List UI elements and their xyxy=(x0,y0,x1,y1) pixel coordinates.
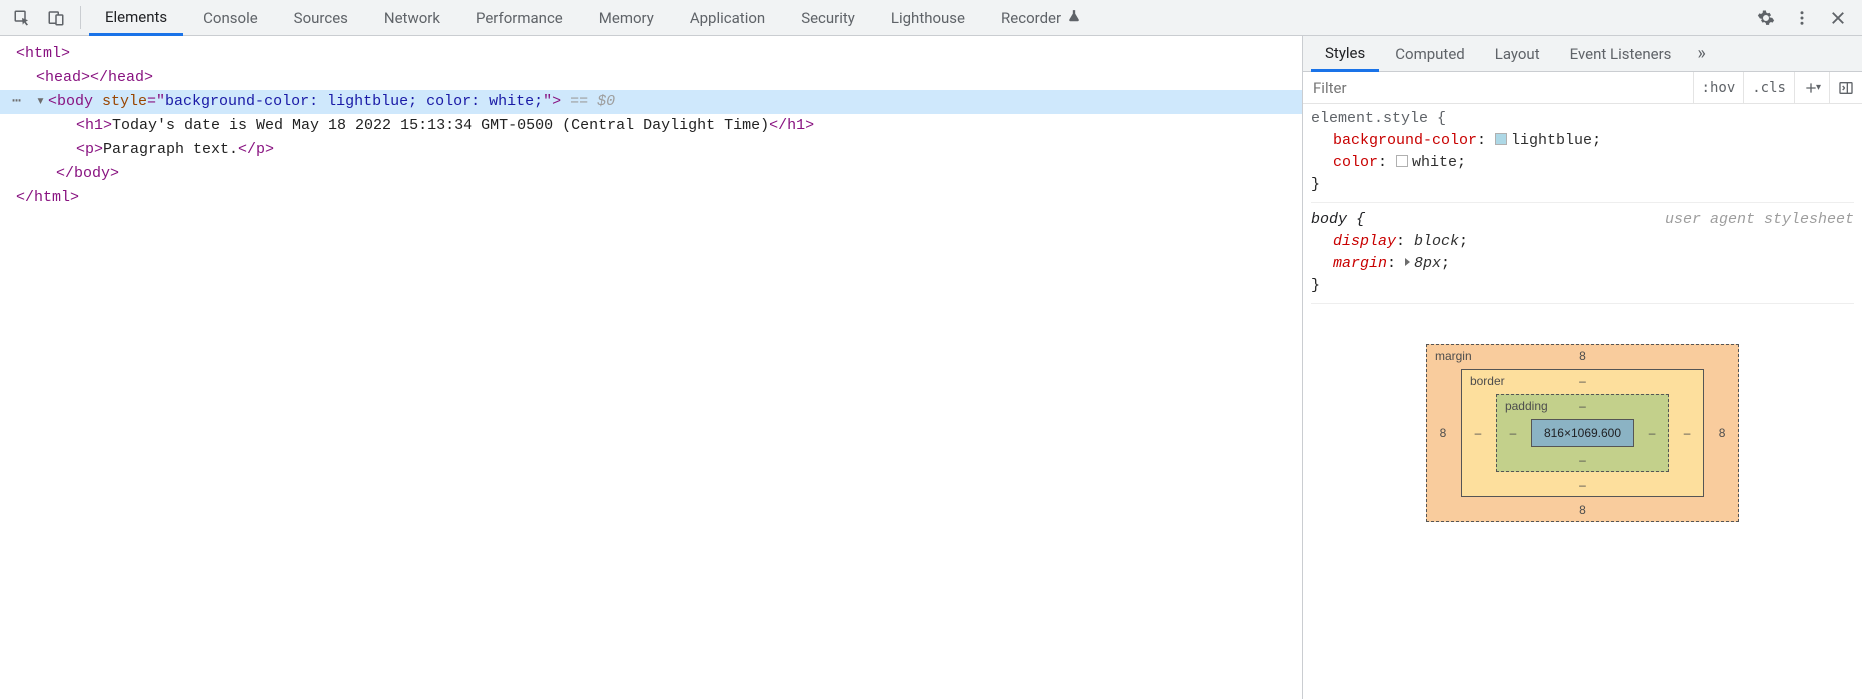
new-style-rule-icon[interactable]: ▾ xyxy=(1794,72,1829,103)
bm-margin-top: 8 xyxy=(1573,349,1593,363)
dom-body-open-suffix: "> xyxy=(543,93,561,110)
bm-margin-right: 8 xyxy=(1712,426,1732,440)
kebab-icon[interactable] xyxy=(1788,9,1816,27)
toolbar-right xyxy=(1752,0,1856,35)
dom-p-text: Paragraph text. xyxy=(103,141,238,158)
dom-h1-close: </h1> xyxy=(769,117,814,134)
dom-h1[interactable]: <h1>Today's date is Wed May 18 2022 15:1… xyxy=(0,114,1302,138)
rule2-origin: user agent stylesheet xyxy=(1665,209,1854,231)
bm-border-right: – xyxy=(1677,426,1697,440)
rule1-selector: element.style { xyxy=(1311,108,1854,130)
dom-body-attr-name: style xyxy=(102,93,147,110)
tab-computed[interactable]: Computed xyxy=(1381,36,1479,71)
bm-margin-label: margin xyxy=(1435,349,1472,363)
rule2-p1-name: display xyxy=(1333,233,1396,250)
dom-body-tag: <body xyxy=(48,93,102,110)
inspect-icon[interactable] xyxy=(6,0,38,35)
sidebar-tabs: Styles Computed Layout Event Listeners » xyxy=(1303,36,1862,72)
rule2-p2-val: 8px xyxy=(1414,255,1441,272)
dom-html-open[interactable]: <html> xyxy=(16,45,70,62)
bm-padding-bottom: – xyxy=(1573,453,1593,467)
dom-html-close[interactable]: </html> xyxy=(16,189,79,206)
devtools-toolbar: Elements Console Sources Network Perform… xyxy=(0,0,1862,36)
tab-network[interactable]: Network xyxy=(368,0,456,35)
styles-body: element.style { background-color: lightb… xyxy=(1303,104,1862,314)
rule2-decl-2: margin: 8px; xyxy=(1311,253,1854,275)
tab-application[interactable]: Application xyxy=(674,0,781,35)
rule2-close: } xyxy=(1311,275,1854,297)
tab-elements[interactable]: Elements xyxy=(89,0,183,36)
box-model-border[interactable]: border – – – – padding – – – – 816×1069.… xyxy=(1461,369,1704,497)
rule1-decl-1[interactable]: background-color: lightblue; xyxy=(1311,130,1854,152)
bm-padding-left: – xyxy=(1503,426,1523,440)
bm-margin-bottom: 8 xyxy=(1573,503,1593,517)
main-tabs: Elements Console Sources Network Perform… xyxy=(89,0,1097,35)
hov-toggle[interactable]: :hov xyxy=(1693,72,1744,103)
dom-body-hint: == $0 xyxy=(561,93,615,110)
dom-p-open: <p> xyxy=(76,141,103,158)
swatch-lightblue[interactable] xyxy=(1495,133,1507,145)
tab-recorder[interactable]: Recorder xyxy=(985,0,1097,35)
tab-layout[interactable]: Layout xyxy=(1481,36,1554,71)
rule-body-ua[interactable]: user agent stylesheet body { display: bl… xyxy=(1311,209,1854,304)
cls-toggle[interactable]: .cls xyxy=(1743,72,1794,103)
rule2-decl-1: display: block; xyxy=(1311,231,1854,253)
device-toggle-icon[interactable] xyxy=(40,0,72,35)
tab-sources[interactable]: Sources xyxy=(278,0,364,35)
filter-input[interactable] xyxy=(1303,72,1693,103)
tab-memory[interactable]: Memory xyxy=(583,0,670,35)
flask-icon xyxy=(1067,9,1081,27)
dom-tree[interactable]: <html> <head></head> ⋯ ▾<body style="bac… xyxy=(0,36,1302,699)
bm-padding-label: padding xyxy=(1505,399,1548,413)
dom-body-attr-val: background-color: lightblue; color: whit… xyxy=(165,93,543,110)
swatch-white[interactable] xyxy=(1396,155,1408,167)
tab-event-listeners[interactable]: Event Listeners xyxy=(1556,36,1686,71)
rule1-p1-name: background-color xyxy=(1333,132,1477,149)
tab-styles[interactable]: Styles xyxy=(1311,36,1379,72)
box-model-content[interactable]: 816×1069.600 xyxy=(1531,419,1634,447)
rule1-p2-val: white xyxy=(1412,154,1457,171)
rule-element-style[interactable]: element.style { background-color: lightb… xyxy=(1311,108,1854,203)
bm-border-label: border xyxy=(1470,374,1505,388)
dom-h1-text: Today's date is Wed May 18 2022 15:13:34… xyxy=(112,117,769,134)
tab-console[interactable]: Console xyxy=(187,0,274,35)
dom-head[interactable]: <head></head> xyxy=(36,69,153,86)
bm-padding-right: – xyxy=(1642,426,1662,440)
expand-shorthand-icon[interactable] xyxy=(1405,258,1410,266)
tab-lighthouse[interactable]: Lighthouse xyxy=(875,0,981,35)
bm-margin-left: 8 xyxy=(1433,426,1453,440)
dom-p-close: </p> xyxy=(238,141,274,158)
gear-icon[interactable] xyxy=(1752,9,1780,27)
close-icon[interactable] xyxy=(1824,9,1852,27)
box-model-margin[interactable]: margin 8 8 8 8 border – – – – padding – xyxy=(1426,344,1739,522)
dom-p[interactable]: <p>Paragraph text.</p> xyxy=(0,138,1302,162)
tab-security[interactable]: Security xyxy=(785,0,871,35)
box-model-padding[interactable]: padding – – – – 816×1069.600 xyxy=(1496,394,1669,472)
toolbar-divider xyxy=(80,6,81,29)
rule1-close: } xyxy=(1311,174,1854,196)
rule1-decl-2[interactable]: color: white; xyxy=(1311,152,1854,174)
dom-body-open[interactable]: ⋯ ▾<body style="background-color: lightb… xyxy=(0,90,1302,114)
dom-body-close[interactable]: </body> xyxy=(56,165,119,182)
rule1-p2-name: color xyxy=(1333,154,1378,171)
bm-border-bottom: – xyxy=(1573,478,1593,492)
box-model[interactable]: margin 8 8 8 8 border – – – – padding – xyxy=(1303,314,1862,552)
toggle-sidebar-icon[interactable] xyxy=(1829,72,1862,103)
bm-padding-top: – xyxy=(1573,399,1593,413)
bm-border-top: – xyxy=(1573,374,1593,388)
rule2-p1-val: block xyxy=(1414,233,1459,250)
styles-sidebar: Styles Computed Layout Event Listeners »… xyxy=(1302,36,1862,699)
rule1-p1-val: lightblue xyxy=(1511,132,1592,149)
tab-recorder-label: Recorder xyxy=(1001,9,1061,27)
tab-performance[interactable]: Performance xyxy=(460,0,579,35)
dom-body-attr-eq: =" xyxy=(147,93,165,110)
bm-border-left: – xyxy=(1468,426,1488,440)
dom-h1-open: <h1> xyxy=(76,117,112,134)
tabs-overflow-icon[interactable]: » xyxy=(1687,36,1715,71)
rule2-p2-name: margin xyxy=(1333,255,1387,272)
filter-row: :hov .cls ▾ xyxy=(1303,72,1862,104)
